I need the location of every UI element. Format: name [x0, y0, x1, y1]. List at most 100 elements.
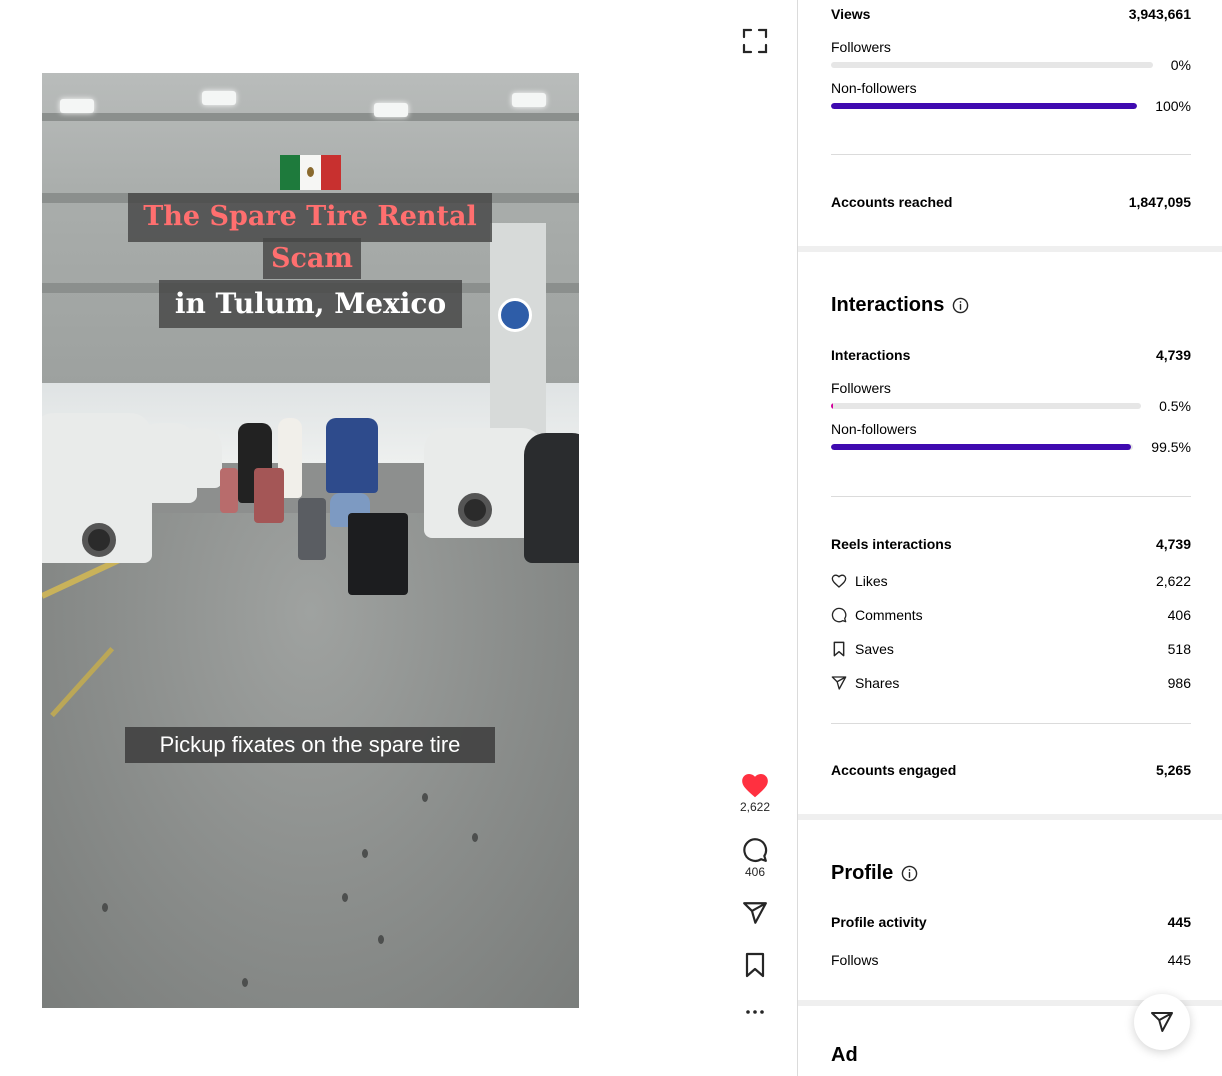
- reels-interactions-row: Reels interactions 4,739: [831, 535, 1191, 553]
- profile-activity-row: Profile activity 445: [831, 913, 1191, 931]
- share-button[interactable]: [729, 900, 781, 926]
- ad-title-text: Ad: [831, 1044, 858, 1066]
- accounts-reached-value: 1,847,095: [1128, 194, 1191, 210]
- interactions-title-text: Interactions: [831, 294, 945, 316]
- interactions-nonfollowers-pct: 99.5%: [1151, 439, 1191, 455]
- suitcase: [220, 468, 238, 513]
- interactions-nonfollowers-label: Non-followers: [831, 421, 917, 437]
- reel-video[interactable]: The Spare Tire Rental Scam in Tulum, Mex…: [42, 73, 579, 1008]
- follows-label: Follows: [831, 952, 879, 968]
- video-caption: Pickup fixates on the spare tire: [125, 727, 495, 763]
- views-followers-bar: [831, 62, 1153, 68]
- divider: [831, 154, 1191, 155]
- interactions-nonfollowers-bar: [831, 444, 1133, 450]
- views-label: Views: [831, 6, 871, 22]
- traveler: [326, 418, 378, 493]
- parked-car: [182, 428, 222, 488]
- views-section: Views 3,943,661 Followers 0% Non-followe…: [798, 0, 1222, 246]
- saves-label: Saves: [855, 641, 894, 657]
- interactions-total-label: Interactions: [831, 347, 911, 363]
- floor-spot: [102, 903, 108, 912]
- info-icon[interactable]: [901, 865, 918, 882]
- floor-spot: [378, 935, 384, 944]
- ceiling-light: [512, 93, 546, 107]
- views-followers-pct: 0%: [1170, 57, 1191, 73]
- divider: [831, 723, 1191, 724]
- saves-row: Saves 518: [831, 640, 1191, 658]
- likes-label: Likes: [855, 573, 888, 589]
- profile-title-text: Profile: [831, 862, 894, 884]
- media-area: The Spare Tire Rental Scam in Tulum, Mex…: [0, 0, 797, 1076]
- views-value: 3,943,661: [1128, 6, 1191, 22]
- ad-title: Ad: [831, 1044, 858, 1067]
- send-icon: [831, 676, 847, 690]
- interactions-followers-pct: 0.5%: [1159, 398, 1191, 414]
- suitcase: [348, 513, 408, 595]
- save-button[interactable]: [729, 952, 781, 978]
- suitcase: [298, 498, 326, 560]
- views-row: Views 3,943,661: [831, 5, 1191, 23]
- accounts-engaged-row: Accounts engaged 5,265: [831, 761, 1191, 779]
- shares-value: 986: [1167, 675, 1191, 691]
- comment-icon: [831, 607, 847, 623]
- video-title-line-3: in Tulum, Mexico: [159, 280, 462, 328]
- video-title-line-1: The Spare Tire Rental: [128, 193, 492, 242]
- views-followers-label: Followers: [831, 39, 891, 55]
- car-wheel: [82, 523, 116, 557]
- like-button[interactable]: 2,622: [729, 772, 781, 814]
- accounts-engaged-label: Accounts engaged: [831, 762, 957, 778]
- interactions-total-row: Interactions 4,739: [831, 346, 1191, 364]
- shares-row: Shares 986: [831, 674, 1191, 692]
- more-horizontal-icon: [746, 1010, 764, 1014]
- bookmark-icon: [745, 952, 765, 978]
- fullscreen-button[interactable]: [741, 27, 769, 55]
- accounts-reached-label: Accounts reached: [831, 194, 953, 210]
- floating-share-button[interactable]: [1134, 994, 1190, 1050]
- interactions-followers-label: Followers: [831, 380, 891, 396]
- ceiling-beam: [42, 113, 579, 121]
- info-icon[interactable]: [952, 297, 969, 314]
- shares-label: Shares: [855, 675, 900, 691]
- views-nonfollowers-bar: [831, 103, 1137, 109]
- follows-value: 445: [1167, 952, 1191, 968]
- accounts-engaged-value: 5,265: [1155, 762, 1191, 778]
- ceiling-light: [60, 99, 94, 113]
- comments-label: Comments: [855, 607, 923, 623]
- heart-filled-icon: [742, 774, 768, 798]
- views-nonfollowers-label: Non-followers: [831, 80, 917, 96]
- parking-sign: [498, 298, 532, 332]
- comment-button[interactable]: 406: [729, 837, 781, 879]
- interactions-followers-bar-fill: [831, 403, 834, 409]
- comment-count: 406: [744, 865, 766, 879]
- views-nonfollowers-pct: 100%: [1155, 98, 1191, 114]
- likes-row: Likes 2,622: [831, 572, 1191, 590]
- insights-panel[interactable]: Views 3,943,661 Followers 0% Non-followe…: [797, 0, 1222, 1076]
- floor-spot: [472, 833, 478, 842]
- car-wheel: [458, 493, 492, 527]
- reels-interactions-value: 4,739: [1155, 536, 1191, 552]
- like-count: 2,622: [739, 800, 771, 814]
- more-options-button[interactable]: [729, 1008, 781, 1016]
- interactions-total-value: 4,739: [1155, 347, 1191, 363]
- reels-interactions-label: Reels interactions: [831, 536, 952, 552]
- heart-icon: [831, 574, 847, 588]
- saves-value: 518: [1167, 641, 1191, 657]
- interactions-title: Interactions: [831, 294, 969, 317]
- mexico-flag: [280, 155, 341, 190]
- follows-row: Follows 445: [831, 951, 1191, 969]
- interactions-section: Interactions Interactions 4,739 Follower…: [798, 252, 1222, 814]
- suitcase: [254, 468, 284, 523]
- floor-spot: [362, 849, 368, 858]
- accounts-reached-row: Accounts reached 1,847,095: [831, 193, 1191, 211]
- profile-section: Profile Profile activity 445 Follows 445: [798, 820, 1222, 1000]
- divider: [831, 496, 1191, 497]
- profile-activity-label: Profile activity: [831, 914, 927, 930]
- comment-icon: [743, 838, 768, 862]
- interactions-nonfollowers-bar-fill: [831, 444, 1132, 450]
- interactions-followers-bar: [831, 403, 1141, 409]
- send-icon: [743, 902, 767, 924]
- floor-spot: [242, 978, 248, 987]
- floor-spot: [422, 793, 428, 802]
- ceiling-light: [202, 91, 236, 105]
- profile-activity-value: 445: [1167, 914, 1191, 930]
